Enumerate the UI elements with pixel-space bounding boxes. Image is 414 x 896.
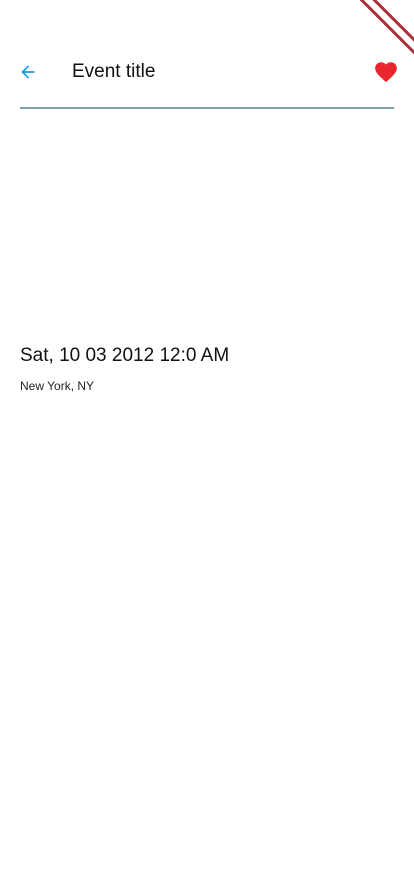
heart-icon	[375, 62, 397, 83]
page-title: Event title	[72, 61, 156, 82]
favorite-button[interactable]	[372, 58, 400, 86]
event-detail-screen: Event title Sat, 10 03 2012 12:0 AM New …	[0, 0, 414, 896]
back-button[interactable]	[16, 60, 40, 84]
header: Event title	[20, 52, 397, 92]
debug-banner-stripe	[354, 0, 414, 59]
header-divider	[20, 107, 394, 109]
event-date: Sat, 10 03 2012 12:0 AM	[20, 345, 230, 366]
event-location: New York, NY	[20, 379, 95, 393]
arrow-left-icon	[21, 65, 35, 79]
debug-banner	[354, 0, 414, 60]
